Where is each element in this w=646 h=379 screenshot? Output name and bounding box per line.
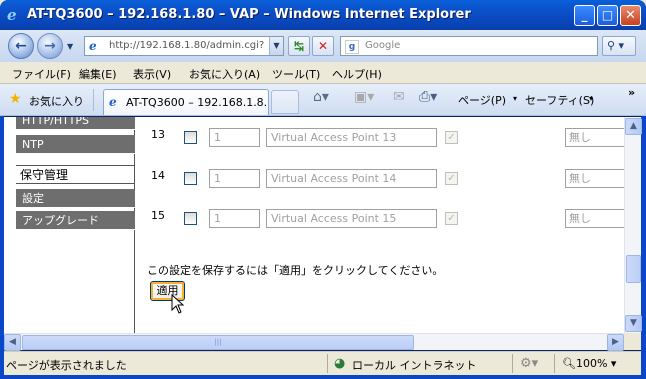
search-input[interactable]: g Google [340, 36, 598, 56]
vap-enable-checkbox[interactable] [184, 212, 197, 225]
tab-label: AT-TQ3600 – 192.168.1.8... [126, 96, 266, 109]
safety-menu-button[interactable]: セーフティ(S) [525, 92, 594, 108]
status-text: ページが表示されました [6, 359, 127, 372]
sidebar-item-upgrade[interactable]: アップグレード [16, 211, 135, 230]
minimize-button[interactable]: _ [574, 5, 595, 26]
stop-button[interactable]: ✕ [312, 36, 334, 56]
sidebar-item-settings[interactable]: 設定 [16, 189, 135, 208]
scroll-up-button[interactable]: ▲ [625, 118, 642, 135]
ie-logo-icon: e [7, 6, 17, 24]
vap-broadcast-checkbox[interactable]: ✓ [445, 172, 458, 185]
back-arrow-icon: ← [15, 38, 27, 54]
sidebar: HTTP/HTTPS NTP 保守管理 設定 アップグレード [4, 117, 135, 333]
page-menu-button[interactable]: ページ(P) [458, 92, 506, 108]
menu-bar: ファイル(F) 編集(E) 表示(V) お気に入り(A) ツール(T) ヘルプ(… [0, 62, 646, 84]
globe-icon: ◕ [334, 356, 346, 371]
forward-arrow-icon: → [44, 38, 56, 54]
vap-security-select[interactable]: 無し [565, 209, 624, 228]
vap-vlan-input[interactable]: 1 [209, 169, 260, 188]
close-button[interactable]: ✕ [620, 5, 641, 26]
status-divider [554, 354, 555, 373]
search-placeholder: Google [365, 40, 401, 51]
scroll-right-button[interactable]: ▶ [607, 334, 624, 351]
ie-logo-icon: e [109, 95, 117, 109]
search-icon: ⚲ ▾ [607, 39, 625, 52]
window-frame-bottom [0, 375, 646, 379]
menu-help[interactable]: ヘルプ(H) [332, 66, 382, 82]
vap-enable-checkbox[interactable] [184, 131, 197, 144]
menu-tools[interactable]: ツール(T) [272, 66, 320, 82]
page-menu-chevron-icon: ▾ [513, 94, 518, 103]
zoom-icon: 🔍︎ [562, 357, 576, 370]
favorites-bar: ★ お気に入り e AT-TQ3600 – 192.168.1.8... ⌂▾ … [0, 84, 646, 116]
stop-icon: ✕ [317, 39, 329, 53]
vap-security-select[interactable]: 無し [565, 128, 624, 147]
toolbar-overflow-chevron[interactable]: » [628, 86, 635, 99]
url-text[interactable]: http://192.168.1.80/admin.cgi? [109, 40, 267, 51]
zoom-value: 100% [575, 357, 608, 370]
vap-broadcast-checkbox[interactable]: ✓ [445, 212, 458, 225]
scroll-down-button[interactable]: ▼ [625, 315, 642, 332]
mouse-cursor-icon [171, 294, 185, 314]
home-icon[interactable]: ⌂▾ [313, 89, 329, 105]
vap-ssid-input[interactable]: Virtual Access Point 14 [266, 169, 437, 188]
address-field[interactable]: e http://192.168.1.80/admin.cgi? ▼ [84, 36, 284, 56]
vap-row-number: 13 [151, 128, 165, 141]
ie-window: e AT-TQ3600 – 192.168.1.80 – VAP – Windo… [0, 0, 646, 379]
star-icon[interactable]: ★ [9, 91, 22, 107]
history-dropdown-icon[interactable]: ▼ [67, 42, 73, 51]
refresh-button[interactable]: ↹ [288, 36, 310, 56]
vap-ssid-input[interactable]: Virtual Access Point 13 [266, 128, 437, 147]
menu-view[interactable]: 表示(V) [133, 66, 171, 82]
vap-security-select[interactable]: 無し [565, 169, 624, 188]
horizontal-scrollbar[interactable]: ◀ ||| ▶ [4, 333, 624, 351]
window-title: AT-TQ3600 – 192.168.1.80 – VAP – Windows… [27, 7, 471, 22]
maximize-button[interactable]: □ [597, 5, 618, 26]
sidebar-item-http[interactable]: HTTP/HTTPS [16, 117, 135, 130]
forward-button[interactable]: → [37, 33, 63, 59]
tab-active[interactable]: e AT-TQ3600 – 192.168.1.8... [103, 89, 269, 115]
status-bar: ページが表示されました ◕ ローカル イントラネット ⚙▾ 🔍︎100% ▾ [4, 351, 641, 375]
protected-mode-icon[interactable]: ⚙▾ [520, 356, 538, 371]
favorites-button[interactable]: お気に入り [29, 93, 84, 109]
vertical-scroll-thumb[interactable] [626, 255, 641, 283]
status-divider [512, 354, 513, 373]
title-bar: e AT-TQ3600 – 192.168.1.80 – VAP – Windo… [0, 0, 646, 30]
vap-broadcast-checkbox[interactable]: ✓ [445, 131, 458, 144]
menu-favorites[interactable]: お気に入り(A) [189, 66, 260, 82]
page-icon: e [89, 39, 97, 53]
vap-vlan-input[interactable]: 1 [209, 128, 260, 147]
rss-icon[interactable]: ▣▾ [354, 89, 374, 105]
back-button[interactable]: ← [8, 33, 34, 59]
divider [93, 89, 94, 111]
status-divider [327, 354, 328, 373]
print-icon[interactable]: ⎙▾ [419, 89, 437, 105]
page-content: HTTP/HTTPS NTP 保守管理 設定 アップグレード 13 1 Virt… [4, 117, 624, 333]
security-zone[interactable]: ローカル イントラネット [352, 357, 477, 373]
google-logo-icon: g [345, 40, 359, 54]
address-toolbar: ← → ▼ e http://192.168.1.80/admin.cgi? ▼… [0, 30, 646, 62]
search-button[interactable]: ⚲ ▾ [602, 36, 636, 56]
vap-ssid-input[interactable]: Virtual Access Point 15 [266, 209, 437, 228]
zoom-level[interactable]: 🔍︎100% ▾ [562, 357, 616, 370]
vap-row-number: 14 [151, 169, 165, 182]
mail-icon[interactable]: ✉ [393, 89, 405, 105]
horizontal-scroll-thumb[interactable]: ||| [22, 335, 414, 350]
safety-menu-chevron-icon: ▾ [589, 94, 594, 103]
save-instruction-text: この設定を保存するには「適用」をクリックしてください。 [147, 264, 444, 277]
address-dropdown-icon[interactable]: ▼ [269, 37, 283, 55]
vap-vlan-input[interactable]: 1 [209, 209, 260, 228]
menu-edit[interactable]: 編集(E) [79, 66, 117, 82]
sidebar-section-maintenance[interactable]: 保守管理 [16, 165, 135, 184]
scrollbar-corner [624, 333, 641, 350]
menu-file[interactable]: ファイル(F) [12, 66, 71, 82]
vertical-scrollbar[interactable]: ▲ ▼ [624, 117, 642, 333]
scroll-left-button[interactable]: ◀ [4, 334, 21, 351]
refresh-icon: ↹ [293, 39, 305, 53]
sidebar-item-ntp[interactable]: NTP [16, 135, 135, 154]
vap-enable-checkbox[interactable] [184, 172, 197, 185]
vap-row-number: 15 [151, 209, 165, 222]
new-tab-button[interactable] [271, 90, 299, 114]
